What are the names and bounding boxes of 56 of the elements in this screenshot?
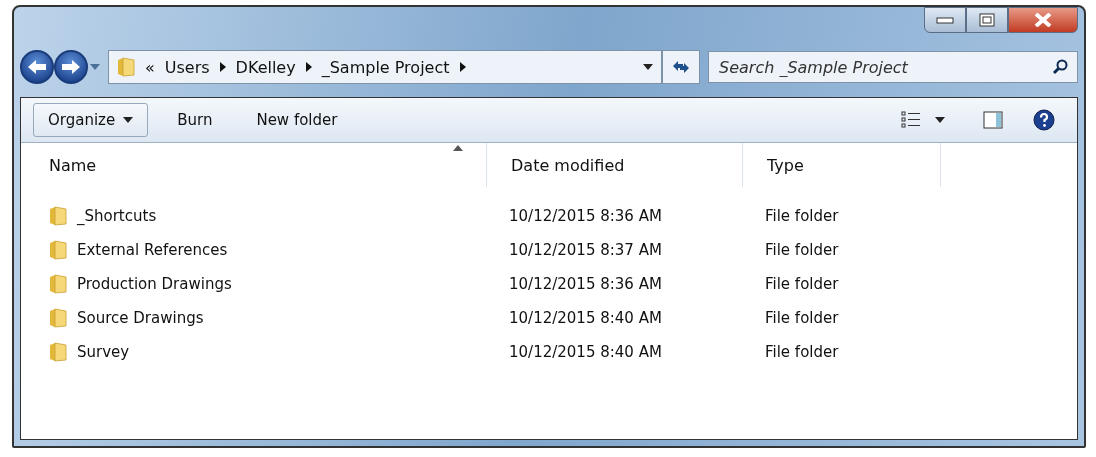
table-cell-text: File folder (764, 275, 840, 293)
dropdown-caret-icon (643, 64, 653, 70)
folder-icon (49, 342, 67, 362)
toolbar-button[interactable]: New folder (241, 103, 353, 137)
view-list-icon[interactable] (901, 111, 921, 129)
table-cell-text: 10/12/2015 8:40 AM (508, 343, 663, 361)
refresh-icon (671, 59, 691, 75)
table-cell-text: 10/12/2015 8:37 AM (508, 241, 663, 259)
file-name[interactable]: Survey (77, 343, 130, 361)
address-bar[interactable]: « Users DKelley _Sample Project (108, 50, 662, 84)
minimize-button[interactable] (924, 7, 966, 33)
breadcrumb[interactable]: Users (164, 57, 210, 77)
chevron-icon[interactable] (459, 62, 466, 72)
table-cell-text: File folder (764, 207, 840, 225)
sort-arrow-icon (453, 145, 463, 151)
refresh-button[interactable] (662, 50, 700, 84)
folder-icon (49, 240, 67, 260)
maximize-icon (979, 13, 995, 27)
toolbar-button[interactable]: Organize (33, 103, 149, 137)
view-caret-icon (935, 117, 945, 123)
chevron-icon[interactable] (219, 62, 226, 72)
table-cell-text: 10/12/2015 8:40 AM (508, 309, 663, 327)
table-cell-text: 10/12/2015 8:36 AM (508, 275, 663, 293)
close-icon (1034, 13, 1052, 27)
back-button[interactable] (20, 50, 54, 84)
chevron-icon[interactable] (305, 62, 312, 72)
forward-button[interactable] (54, 50, 88, 84)
column-header[interactable]: Type (743, 143, 941, 187)
overflow-marker[interactable]: « (145, 57, 155, 77)
table-cell-text: File folder (764, 309, 840, 327)
file-name[interactable]: Source Drawings (77, 309, 204, 327)
table-cell-text: File folder (764, 343, 840, 361)
help-icon[interactable] (1033, 109, 1055, 131)
maximize-button[interactable] (966, 7, 1008, 33)
file-name[interactable]: _Shortcuts (77, 207, 157, 225)
caret-icon[interactable] (90, 64, 100, 70)
folder-icon (117, 57, 135, 77)
search-icon[interactable] (1052, 59, 1068, 75)
minimize-icon (936, 16, 954, 24)
caret-icon (123, 117, 134, 123)
search-field[interactable]: Search _Sample Project (708, 51, 1078, 83)
table-cell-text: 10/12/2015 8:36 AM (508, 207, 663, 225)
file-name[interactable]: Production Drawings (77, 275, 232, 293)
column-header[interactable]: Date modified (487, 143, 743, 187)
breadcrumb[interactable]: DKelley (235, 57, 296, 77)
back-arrow-icon (27, 59, 47, 75)
breadcrumb[interactable]: _Sample Project (321, 57, 450, 77)
toolbar-button[interactable]: Burn (162, 103, 228, 137)
forward-arrow-icon (61, 59, 81, 75)
close-button[interactable] (1008, 7, 1078, 33)
folder-icon (49, 206, 67, 226)
table-cell-text: File folder (764, 241, 840, 259)
folder-icon (49, 274, 67, 294)
file-name[interactable]: External References (77, 241, 228, 259)
folder-icon (49, 308, 67, 328)
preview-pane-icon[interactable] (983, 111, 1003, 129)
